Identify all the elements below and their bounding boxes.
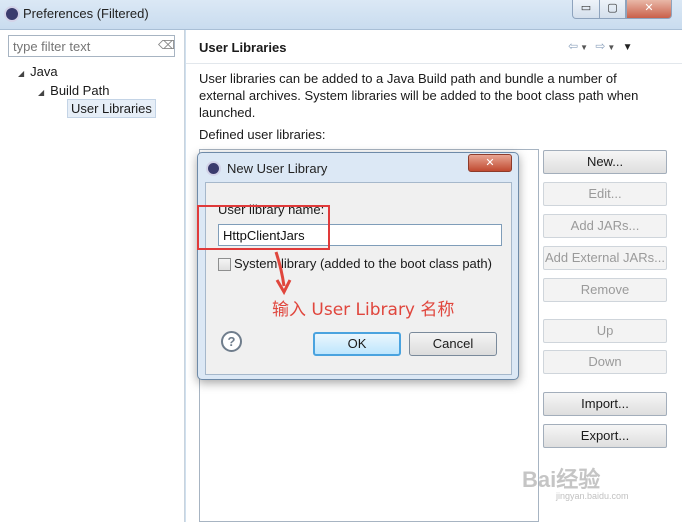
- expanded-arrow-icon[interactable]: ◢: [18, 69, 24, 78]
- baidu-watermark: Bai经验: [522, 467, 601, 492]
- close-window-button[interactable]: ✕: [626, 0, 672, 19]
- watermark-url: jingyan.baidu.com: [556, 491, 629, 501]
- back-dropdown-icon[interactable]: ▼: [580, 43, 590, 52]
- tree-item-java[interactable]: ◢ Java: [18, 64, 58, 79]
- up-button[interactable]: Up: [543, 319, 667, 343]
- tree-item-label: Build Path: [50, 83, 110, 98]
- help-icon[interactable]: ?: [221, 331, 242, 352]
- add-jars-button[interactable]: Add JARs...: [543, 214, 667, 238]
- ok-button[interactable]: OK: [313, 332, 401, 356]
- page-title: User Libraries: [199, 40, 287, 55]
- edit-button[interactable]: Edit...: [543, 182, 667, 206]
- highlight-box: [197, 205, 330, 250]
- eclipse-dialog-icon: [206, 161, 221, 176]
- divider: [186, 63, 682, 64]
- import-button[interactable]: Import...: [543, 392, 667, 416]
- tree-item-build-path[interactable]: ◢ Build Path: [38, 83, 109, 98]
- expanded-arrow-icon[interactable]: ◢: [38, 88, 44, 97]
- new-user-library-dialog: New User Library ✕ User library name: Sy…: [197, 152, 519, 380]
- window-title: Preferences (Filtered): [23, 6, 149, 21]
- system-library-checkbox[interactable]: [218, 258, 231, 271]
- forward-dropdown-icon[interactable]: ▼: [607, 43, 617, 52]
- tree-item-label: User Libraries: [67, 99, 156, 118]
- tree-item-user-libraries[interactable]: User Libraries: [67, 99, 156, 118]
- clear-filter-icon[interactable]: ⌫: [158, 38, 175, 52]
- defined-libraries-label: Defined user libraries:: [199, 127, 326, 142]
- eclipse-app-icon: [4, 6, 20, 22]
- forward-arrow-icon[interactable]: ⇨: [595, 39, 607, 53]
- maximize-button[interactable]: ▢: [599, 0, 626, 19]
- preferences-tree-panel: ⌫ ◢ Java ◢ Build Path User Libraries: [0, 30, 185, 522]
- remove-button[interactable]: Remove: [543, 278, 667, 302]
- dialog-title: New User Library: [227, 161, 328, 176]
- tree-item-label: Java: [30, 64, 58, 79]
- cancel-button[interactable]: Cancel: [409, 332, 497, 356]
- minimize-button[interactable]: ▭: [572, 0, 600, 19]
- annotation-text: 输入 User Library 名称: [272, 300, 455, 320]
- view-menu-icon[interactable]: ▼: [623, 42, 635, 53]
- add-external-jars-button[interactable]: Add External JARs...: [543, 246, 667, 270]
- page-description: User libraries can be added to a Java Bu…: [199, 71, 639, 120]
- back-arrow-icon[interactable]: ⇦: [568, 39, 580, 53]
- export-button[interactable]: Export...: [543, 424, 667, 448]
- new-button[interactable]: New...: [543, 150, 667, 174]
- dialog-close-button[interactable]: ✕: [468, 154, 512, 172]
- filter-input[interactable]: [8, 35, 175, 57]
- down-button[interactable]: Down: [543, 350, 667, 374]
- page-navigation: ⇦▼ ⇨▼ ▼: [568, 39, 635, 53]
- annotation-arrow-icon: [274, 251, 292, 296]
- window-titlebar: Preferences (Filtered) ▭ ▢ ✕: [0, 0, 682, 30]
